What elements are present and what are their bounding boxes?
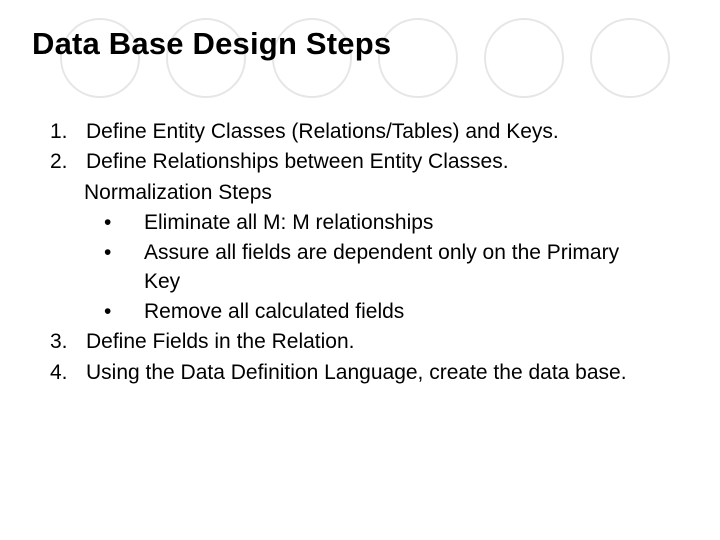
item-text: Assure all fields are dependent only on …: [144, 239, 672, 296]
bullet-icon: •: [104, 298, 144, 326]
list-item: • Assure all fields are dependent only o…: [48, 239, 672, 296]
slide-title: Data Base Design Steps: [32, 26, 391, 62]
list-item: 4. Using the Data Definition Language, c…: [48, 359, 672, 387]
subheading-text: Normalization Steps: [84, 179, 672, 207]
list-item: 1. Define Entity Classes (Relations/Tabl…: [48, 118, 672, 146]
item-text: Remove all calculated fields: [144, 298, 672, 326]
list-item: 2. Define Relationships between Entity C…: [48, 148, 672, 176]
slide-body: 1. Define Entity Classes (Relations/Tabl…: [48, 118, 672, 389]
item-number: 2.: [48, 148, 86, 176]
list-item: 3. Define Fields in the Relation.: [48, 328, 672, 356]
item-text: Define Relationships between Entity Clas…: [86, 148, 672, 176]
circle-icon: [590, 18, 670, 98]
item-number: 3.: [48, 328, 86, 356]
item-number: 1.: [48, 118, 86, 146]
bullet-icon: •: [104, 239, 144, 296]
slide: Data Base Design Steps 1. Define Entity …: [0, 0, 720, 540]
list-item: • Remove all calculated fields: [48, 298, 672, 326]
item-number: 4.: [48, 359, 86, 387]
item-text: Eliminate all M: M relationships: [144, 209, 672, 237]
list-item: • Eliminate all M: M relationships: [48, 209, 672, 237]
item-text: Define Fields in the Relation.: [86, 328, 672, 356]
circle-icon: [484, 18, 564, 98]
item-text: Define Entity Classes (Relations/Tables)…: [86, 118, 672, 146]
subheading: Normalization Steps: [48, 179, 672, 207]
bullet-icon: •: [104, 209, 144, 237]
item-text: Using the Data Definition Language, crea…: [86, 359, 672, 387]
